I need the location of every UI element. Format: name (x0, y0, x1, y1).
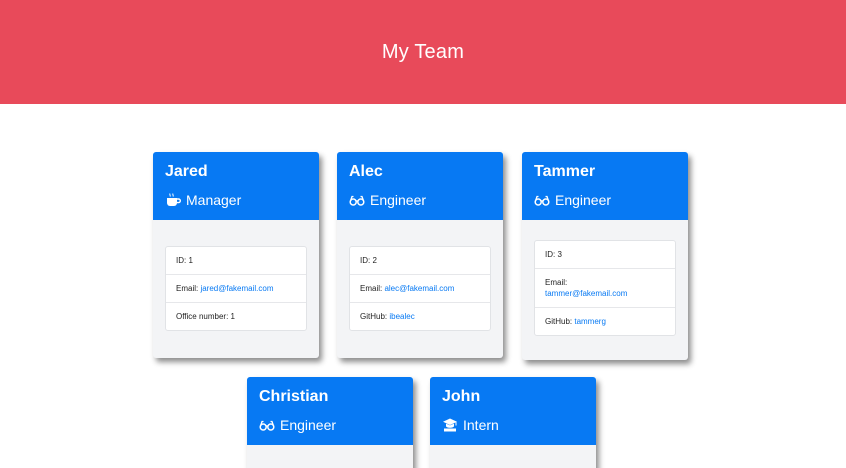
email-link[interactable]: alec@fakemail.com (384, 284, 454, 293)
employee-role: Manager (165, 191, 307, 209)
role-label: Manager (186, 192, 242, 208)
card-body: ID: 2 Email: alec@fakemail.com GitHub: i… (337, 220, 503, 347)
info-list: ID: 2 Email: alec@fakemail.com GitHub: i… (349, 246, 491, 331)
email-link[interactable]: jared@fakemail.com (200, 284, 273, 293)
graduate-icon (443, 418, 457, 432)
github-link[interactable]: tammerg (574, 317, 606, 326)
employee-card-jared: Jared Manager ID: 1 Email: jared@fakemai… (153, 152, 319, 358)
employee-card-tammer: Tammer Engineer ID: 3 Email: tammer@fake… (522, 152, 688, 360)
email-label: Email: (360, 284, 385, 293)
card-header: Tammer Engineer (522, 152, 688, 220)
employee-role: Engineer (349, 191, 491, 209)
email-item: Email: jared@fakemail.com (166, 274, 306, 302)
employee-name: Tammer (534, 163, 596, 180)
id-item: ID: 2 (360, 256, 377, 265)
email-label: Email: (545, 278, 568, 287)
employee-name: Alec (349, 163, 383, 180)
info-list: ID: 3 Email: tammer@fakemail.com GitHub:… (534, 240, 676, 336)
employee-role: Intern (442, 416, 584, 434)
employee-role: Engineer (534, 191, 676, 209)
card-header: Christian Engineer (247, 377, 413, 445)
glasses-icon (534, 195, 550, 206)
page-header: My Team (0, 0, 846, 104)
coffee-icon (167, 193, 181, 206)
team-page: My Team Jared Manager ID: 1 Email: jared… (0, 0, 846, 468)
email-label: Email: (176, 284, 201, 293)
github-item: GitHub: tammerg (535, 307, 675, 335)
card-body: ID: 1 Email: jared@fakemail.com Office n… (153, 220, 319, 347)
github-label: GitHub: (360, 312, 390, 321)
employee-name: Christian (259, 388, 329, 405)
github-label: GitHub: (545, 317, 575, 326)
github-item: GitHub: ibealec (350, 302, 490, 330)
page-title: My Team (381, 40, 465, 63)
github-link[interactable]: ibealec (389, 312, 414, 321)
card-header: Jared Manager (153, 152, 319, 220)
card-header: Alec Engineer (337, 152, 503, 220)
glasses-icon (259, 420, 275, 431)
employee-role: Engineer (259, 416, 401, 434)
role-label: Intern (463, 417, 499, 433)
role-label: Engineer (555, 192, 612, 208)
employee-card-christian: Christian Engineer (247, 377, 413, 468)
card-header: John Intern (430, 377, 596, 445)
employee-name: Jared (165, 163, 208, 180)
role-label: Engineer (370, 192, 427, 208)
id-item: ID: 1 (176, 256, 193, 265)
card-body: ID: 3 Email: tammer@fakemail.com GitHub:… (522, 220, 688, 352)
employee-name: John (442, 388, 481, 405)
glasses-icon (349, 195, 365, 206)
id-item: ID: 3 (545, 250, 562, 259)
email-item: Email: tammer@fakemail.com (535, 268, 675, 307)
role-label: Engineer (280, 417, 337, 433)
employee-card-alec: Alec Engineer ID: 2 Email: alec@fakemail… (337, 152, 503, 358)
employee-card-john: John Intern (430, 377, 596, 468)
office-number-item: Office number: 1 (166, 302, 306, 330)
info-list: ID: 1 Email: jared@fakemail.com Office n… (165, 246, 307, 331)
email-link[interactable]: tammer@fakemail.com (545, 288, 665, 299)
email-item: Email: alec@fakemail.com (350, 274, 490, 302)
